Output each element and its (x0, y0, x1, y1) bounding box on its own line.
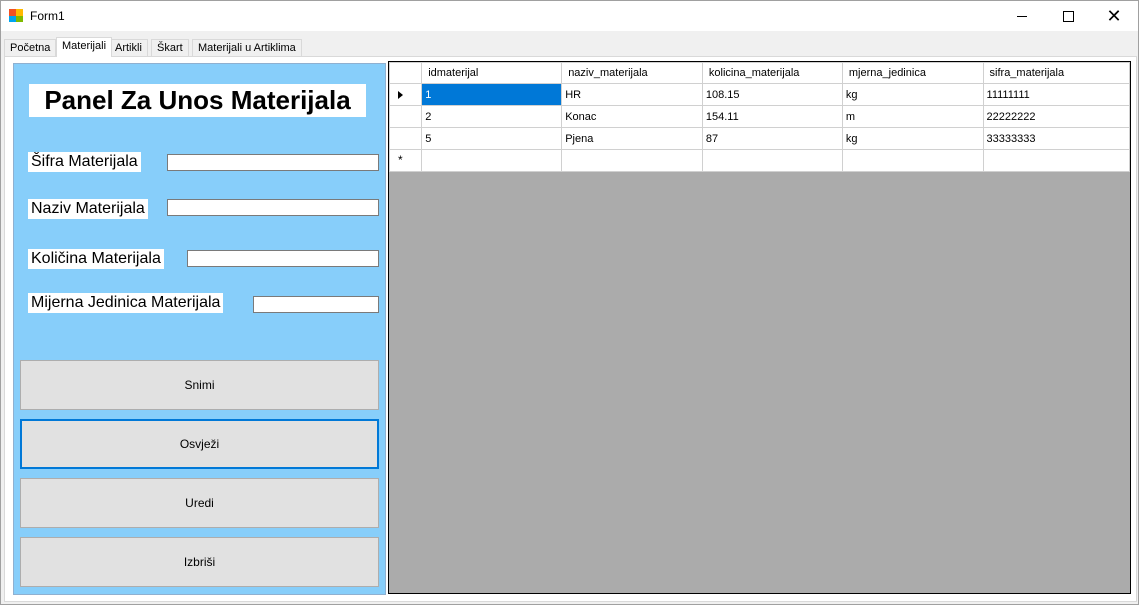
table-cell[interactable]: m (841, 105, 984, 128)
table-row[interactable]: 2 Konac 154.11 m 22222222 (388, 105, 1131, 128)
mjerna-jedinica-label: Mijerna Jedinica Materijala (28, 293, 224, 313)
table-cell[interactable] (701, 149, 843, 172)
table-cell[interactable]: Konac (561, 105, 703, 128)
column-header-naziv[interactable]: naziv_materijala (561, 62, 703, 84)
row-header[interactable] (388, 83, 423, 106)
column-header-kolicina[interactable]: kolicina_materijala (701, 62, 843, 84)
main-window: Form1 ✕ Početna Materijali Artikli Škart… (0, 0, 1139, 605)
table-cell[interactable] (561, 149, 703, 172)
table-cell[interactable]: HR (561, 83, 703, 106)
input-panel: Panel Za Unos Materijala Šifra Materijal… (13, 63, 386, 595)
edit-button[interactable]: Uredi (20, 478, 379, 528)
column-header-sifra[interactable]: sifra_materijala (982, 62, 1131, 84)
window-title: Form1 (30, 9, 65, 23)
maximize-icon (1062, 10, 1074, 22)
new-row[interactable]: * (388, 149, 1131, 172)
current-row-arrow-icon (398, 91, 403, 99)
table-row[interactable]: 1 HR 108.15 kg 11111111 (388, 83, 1131, 106)
table-cell[interactable]: kg (841, 83, 984, 106)
table-cell[interactable]: 108.15 (701, 83, 843, 106)
panel-title: Panel Za Unos Materijala (29, 84, 366, 117)
kolicina-label: Količina Materijala (28, 249, 164, 269)
tab-materijali[interactable]: Materijali (56, 37, 113, 57)
new-row-icon: * (398, 153, 403, 167)
table-cell[interactable]: 33333333 (982, 127, 1131, 150)
column-header-idmaterijal[interactable]: idmaterijal (421, 62, 563, 84)
table-cell[interactable] (982, 149, 1131, 172)
delete-button[interactable]: Izbriši (20, 537, 379, 587)
kolicina-input[interactable] (187, 250, 379, 267)
maximize-button[interactable] (1045, 1, 1091, 31)
table-cell[interactable]: 87 (701, 127, 843, 150)
tab-artikli[interactable]: Artikli (109, 39, 148, 56)
column-header-mjerna-jedinica[interactable]: mjerna_jedinica (841, 62, 984, 84)
materials-grid[interactable]: idmaterijal naziv_materijala kolicina_ma… (388, 61, 1131, 594)
sifra-input[interactable] (167, 154, 379, 171)
tab-page-materijali: Panel Za Unos Materijala Šifra Materijal… (4, 56, 1137, 602)
row-header[interactable] (388, 127, 423, 150)
table-cell[interactable]: 5 (421, 127, 563, 150)
table-row[interactable]: 5 Pjena 87 kg 33333333 (388, 127, 1131, 150)
save-button[interactable]: Snimi (20, 360, 379, 410)
table-cell[interactable]: 2 (421, 105, 563, 128)
close-icon: ✕ (1106, 6, 1122, 26)
table-cell[interactable]: Pjena (561, 127, 703, 150)
minimize-button[interactable] (999, 1, 1045, 31)
corner-header[interactable] (388, 62, 423, 84)
app-icon (9, 9, 23, 22)
table-cell[interactable]: 154.11 (701, 105, 843, 128)
tab-materijali-u-artiklima[interactable]: Materijali u Artiklima (192, 39, 302, 56)
tab-skart[interactable]: Škart (151, 39, 189, 56)
naziv-label: Naziv Materijala (28, 199, 148, 219)
table-cell[interactable]: 1 (421, 83, 563, 106)
row-header[interactable]: * (388, 149, 423, 172)
title-bar[interactable]: Form1 ✕ (1, 1, 1138, 31)
mjerna-jedinica-input[interactable] (253, 296, 379, 313)
sifra-label: Šifra Materijala (28, 152, 141, 172)
refresh-button[interactable]: Osvježi (20, 419, 379, 469)
grid-table: idmaterijal naziv_materijala kolicina_ma… (388, 62, 1131, 172)
naziv-input[interactable] (167, 199, 379, 216)
close-button[interactable]: ✕ (1091, 1, 1137, 31)
tab-pocetna[interactable]: Početna (4, 39, 57, 56)
header-row: idmaterijal naziv_materijala kolicina_ma… (388, 62, 1131, 84)
row-header[interactable] (388, 105, 423, 128)
table-cell[interactable]: 11111111 (982, 83, 1131, 106)
table-cell[interactable]: 22222222 (982, 105, 1131, 128)
minimize-icon (1017, 15, 1027, 17)
table-cell[interactable]: kg (841, 127, 984, 150)
table-cell[interactable] (421, 149, 563, 172)
table-cell[interactable] (841, 149, 984, 172)
